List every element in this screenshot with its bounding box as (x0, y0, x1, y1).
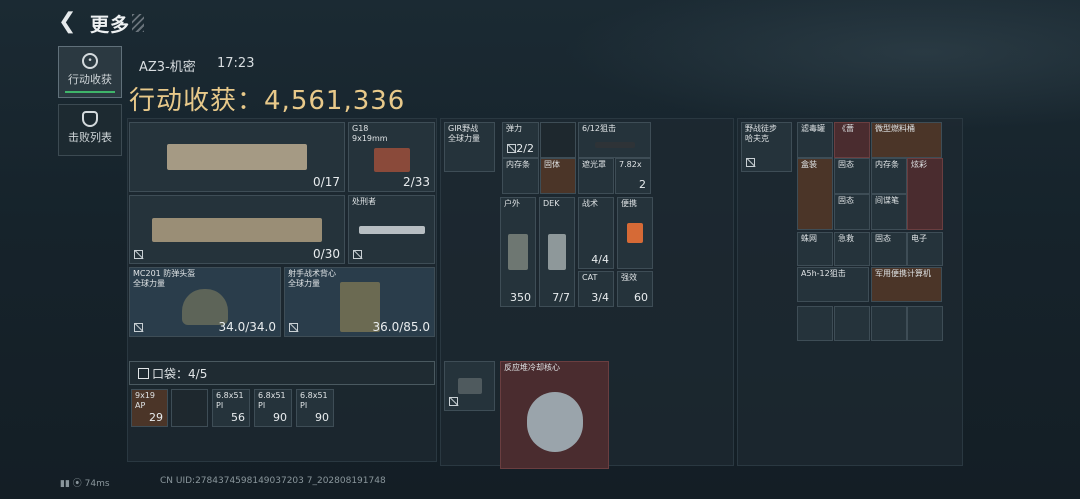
bag-item[interactable] (907, 306, 943, 341)
secondary-weapon-slot[interactable]: 0/30 (129, 195, 345, 264)
bag-item[interactable]: 滤毒罐 (797, 122, 833, 158)
tab-action-yield[interactable]: • 行动收获 (58, 46, 122, 98)
rig-item[interactable]: 7.82x 2 (615, 158, 651, 194)
bag-item[interactable] (834, 306, 870, 341)
bag-item[interactable]: 《蔷 (834, 122, 870, 158)
bag-item[interactable]: 固态 (871, 232, 907, 266)
bag-item[interactable]: 急救 (834, 232, 870, 266)
pocket-slot[interactable]: 6.8x51 PI 90 (296, 389, 334, 427)
pocket-slot[interactable]: 6.8x51 PI 90 (254, 389, 292, 427)
rig-item[interactable]: 固体 (540, 158, 576, 194)
durability: 34.0/34.0 (218, 320, 276, 334)
pocket-slot-empty[interactable] (171, 389, 208, 427)
no-insure-icon (289, 323, 298, 332)
rifle-image (152, 217, 322, 242)
reactor-core-item[interactable]: 反应堆冷却核心 (500, 361, 609, 469)
item-name: 反应堆冷却核心 (504, 363, 560, 372)
rig-item[interactable]: 强效 60 (617, 271, 653, 307)
no-insure-icon (134, 323, 143, 332)
bag-item[interactable]: A5h-12狙击 (797, 267, 869, 302)
skull-icon (82, 111, 98, 127)
rig-item[interactable]: CAT 3/4 (578, 271, 614, 307)
ammo-count: 0/17 (313, 175, 340, 189)
bag-item[interactable] (797, 306, 833, 341)
bag-item[interactable]: 炫彩 (907, 158, 943, 230)
title-stripes-decoration (132, 14, 144, 32)
rig-item[interactable]: 战术 4/4 (578, 197, 614, 269)
rig-item[interactable]: 户外 350 (500, 197, 536, 307)
rig-slot[interactable]: GIR野战 全球力量 (444, 122, 495, 172)
tab-label: 击败列表 (68, 131, 112, 144)
pocket-slot[interactable]: 9x19 AP 29 (131, 389, 168, 427)
core-image (526, 392, 583, 453)
bag-item[interactable]: 内存条 (871, 158, 907, 194)
rig-item-empty[interactable] (540, 122, 576, 158)
rig-item[interactable]: 内存条 (502, 158, 539, 194)
bag-slot[interactable]: 野战徒步 哈夫克 (741, 122, 792, 172)
bag-item[interactable] (871, 306, 907, 341)
bag-item[interactable]: 固态 (834, 194, 870, 230)
durability: 36.0/85.0 (372, 320, 430, 334)
tab-kill-list[interactable]: 击败列表 (58, 104, 122, 156)
back-arrow-icon[interactable]: ❮ (58, 10, 80, 34)
sidearm-slot[interactable]: G18 9x19mm 2/33 (348, 122, 435, 192)
no-insure-icon (353, 250, 362, 259)
rig-item[interactable]: 6/12狙击 (578, 122, 651, 158)
bag-item[interactable]: 盒装 (797, 158, 833, 230)
primary-weapon-slot[interactable]: 0/17 (129, 122, 345, 192)
bag-item[interactable]: 蛛网 (797, 232, 833, 266)
item-name: G18 9x19mm (352, 124, 388, 143)
ammo-count: 2/33 (403, 175, 430, 189)
map-name: AZ3-机密 (139, 60, 196, 75)
pocket-icon (138, 368, 149, 379)
pistol-image (373, 148, 410, 173)
knife-image (358, 225, 425, 234)
armor-slot[interactable]: 射手战术背心 全球力量 36.0/85.0 (284, 267, 435, 337)
user-uid: CN UID:2784374598149037203 7_20280819174… (160, 476, 386, 486)
ammo-count: 0/30 (313, 247, 340, 261)
item-name: 处刑者 (352, 197, 376, 206)
rig-item[interactable]: 弹力 2/2 (502, 122, 539, 158)
melee-slot[interactable]: 处刑者 (348, 195, 435, 264)
bag-item[interactable]: 固态 (834, 158, 870, 194)
bag-item[interactable]: 电子 (907, 232, 943, 266)
item-name: MC201 防弹头盔 全球力量 (133, 269, 196, 288)
network-status: ▮▮ ⦿ 74ms (60, 479, 110, 489)
rig-item[interactable]: DEK 7/7 (539, 197, 575, 307)
target-icon: • (82, 53, 98, 69)
background-art (560, 0, 1080, 130)
smg-image (167, 144, 307, 170)
rig-item[interactable]: 遮光罩 (578, 158, 614, 194)
yield-total: 行动收获：4,561,336 (129, 86, 406, 116)
page-title: 更多 (90, 14, 131, 36)
backpack-slot[interactable] (444, 361, 495, 411)
pocket-header: 口袋：4/5 (129, 361, 435, 385)
helmet-slot[interactable]: MC201 防弹头盔 全球力量 34.0/34.0 (129, 267, 281, 337)
bag-item[interactable]: 间谍笔 (871, 194, 907, 230)
raid-time: 17:23 (217, 56, 255, 71)
bag-item[interactable]: 微型燃料桶 (871, 122, 942, 158)
rig-item[interactable]: 便携 (617, 197, 653, 269)
no-insure-icon (134, 250, 143, 259)
bag-item[interactable]: 军用便携计算机 (871, 267, 942, 302)
item-name: 射手战术背心 全球力量 (288, 269, 336, 288)
pocket-slot[interactable]: 6.8x51 PI 56 (212, 389, 250, 427)
tab-label: 行动收获 (68, 73, 112, 86)
